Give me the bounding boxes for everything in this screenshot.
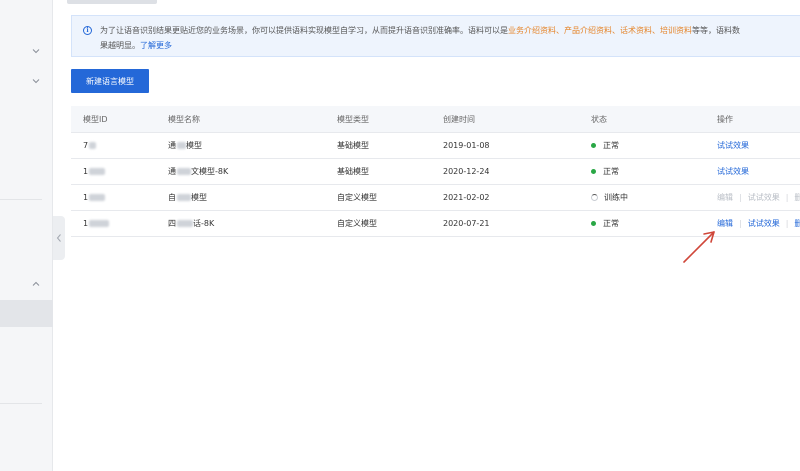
model-name: 四 话-8K bbox=[168, 211, 214, 236]
annotation-arrow-icon bbox=[683, 231, 715, 263]
status-text: 正常 bbox=[603, 219, 619, 228]
model-name-part: 文模型-8K bbox=[191, 167, 229, 176]
sidebar-collapse-handle[interactable] bbox=[53, 216, 65, 260]
redacted-text bbox=[89, 194, 106, 201]
table-header: 模型ID 模型名称 模型类型 创建时间 状态 操作 bbox=[71, 106, 800, 133]
model-name: 通 模型 bbox=[168, 133, 202, 158]
delete-link: 删 bbox=[794, 193, 800, 202]
model-name-part: 四 bbox=[168, 219, 176, 228]
chevron-down-icon[interactable] bbox=[30, 45, 42, 57]
model-name: 通 文模型-8K bbox=[168, 159, 228, 184]
status-ok-dot bbox=[591, 221, 596, 226]
created-time: 2020-12-24 bbox=[443, 167, 490, 176]
sidebar-divider bbox=[0, 403, 42, 404]
model-id-text: 7 bbox=[83, 141, 89, 150]
col-header-type: 模型类型 bbox=[337, 114, 369, 124]
page-title-cropped bbox=[67, 0, 157, 4]
model-name-part: 模型 bbox=[191, 193, 207, 202]
status: 正常 bbox=[591, 133, 619, 158]
status: 正常 bbox=[591, 211, 619, 236]
model-name-part: 通 bbox=[168, 141, 176, 150]
try-effect-link: 试试效果 bbox=[747, 193, 780, 202]
col-header-actions: 操作 bbox=[717, 114, 733, 124]
delete-link[interactable]: 删 bbox=[794, 218, 800, 229]
model-id: 7 bbox=[83, 133, 97, 158]
sidebar bbox=[0, 0, 53, 471]
chevron-down-icon[interactable] bbox=[30, 75, 42, 87]
row-actions: 编辑 | 试试效果 | 删 bbox=[717, 185, 800, 210]
notice-highlight: 产品介绍资料、 bbox=[564, 26, 620, 35]
chevron-up-icon[interactable] bbox=[30, 278, 42, 290]
created-time: 2019-01-08 bbox=[443, 141, 490, 150]
model-id-text: 1 bbox=[83, 219, 89, 228]
col-header-created: 创建时间 bbox=[443, 114, 475, 124]
sidebar-divider bbox=[0, 199, 42, 200]
notice-highlight: 培训资料 bbox=[660, 26, 692, 35]
col-header-id: 模型ID bbox=[83, 114, 108, 124]
learn-more-link[interactable]: 了解更多 bbox=[140, 41, 172, 50]
model-id: 1 bbox=[83, 159, 106, 184]
model-id: 1 bbox=[83, 185, 106, 210]
col-header-name: 模型名称 bbox=[168, 114, 200, 124]
row-actions: 编辑 | 试试效果 | 删 bbox=[717, 211, 800, 236]
redacted-text bbox=[89, 142, 97, 149]
notice-highlight: 业务介绍资料、 bbox=[508, 26, 564, 35]
info-icon: i bbox=[83, 26, 92, 35]
notice-line-1: 为了让语音识别结果更贴近您的业务场景，你可以提供语料实现模型自学习，从而提升语音… bbox=[100, 25, 740, 36]
created-time: 2021-02-02 bbox=[443, 193, 490, 202]
status-text: 正常 bbox=[603, 167, 619, 176]
redacted-text bbox=[89, 168, 106, 175]
model-type: 自定义模型 bbox=[337, 193, 377, 202]
notice-text: 为了让语音识别结果更贴近您的业务场景，你可以提供语料实现模型自学习，从而提升语音… bbox=[100, 26, 508, 35]
model-name-part: 话-8K bbox=[193, 219, 215, 228]
row-actions: 试试效果 bbox=[717, 133, 749, 158]
model-type: 自定义模型 bbox=[337, 219, 377, 228]
try-effect-link[interactable]: 试试效果 bbox=[717, 140, 749, 151]
status: 训练中 bbox=[591, 185, 628, 210]
action-separator: | bbox=[785, 193, 789, 202]
notice-line-2: 果越明显。了解更多 bbox=[100, 40, 172, 51]
action-separator: | bbox=[739, 193, 742, 202]
loading-spinner-icon bbox=[591, 194, 598, 201]
new-language-model-button[interactable]: 新建语言模型 bbox=[71, 69, 149, 93]
model-name-part: 自 bbox=[168, 193, 176, 202]
page-header bbox=[53, 0, 800, 10]
notice-text: 等等，语料数 bbox=[692, 26, 740, 35]
status-text: 训练中 bbox=[604, 193, 628, 202]
sidebar-item-active[interactable] bbox=[0, 300, 53, 327]
model-id: 1 bbox=[83, 211, 110, 236]
status: 正常 bbox=[591, 159, 619, 184]
redacted-text bbox=[89, 220, 110, 227]
status-text: 正常 bbox=[603, 141, 619, 150]
redacted-text bbox=[177, 168, 191, 175]
notice-text: 果越明显。 bbox=[100, 41, 140, 50]
chevron-left-icon bbox=[56, 234, 61, 242]
edit-link: 编辑 bbox=[717, 193, 733, 202]
col-header-status: 状态 bbox=[591, 114, 607, 124]
try-effect-link[interactable]: 试试效果 bbox=[717, 166, 749, 177]
model-id-text: 1 bbox=[83, 167, 89, 176]
redacted-text bbox=[177, 220, 193, 227]
try-effect-link[interactable]: 试试效果 bbox=[748, 218, 780, 229]
status-ok-dot bbox=[591, 169, 596, 174]
table-row: 1 自 模型 自定义模型 2021-02-02 训练中 编辑 | 试试效果 | 删 bbox=[71, 185, 800, 211]
info-notice: i 为了让语音识别结果更贴近您的业务场景，你可以提供语料实现模型自学习，从而提升… bbox=[71, 15, 800, 57]
redacted-text bbox=[177, 142, 186, 149]
action-separator: | bbox=[739, 219, 742, 228]
model-name-part: 模型 bbox=[186, 141, 202, 150]
model-id-text: 1 bbox=[83, 193, 89, 202]
row-actions: 试试效果 bbox=[717, 159, 749, 184]
notice-highlight: 话术资料、 bbox=[620, 26, 660, 35]
table-row: 7 通 模型 基础模型 2019-01-08 正常 试试效果 bbox=[71, 133, 800, 159]
redacted-text bbox=[177, 194, 191, 201]
model-type: 基础模型 bbox=[337, 141, 369, 150]
created-time: 2020-07-21 bbox=[443, 219, 490, 228]
status-ok-dot bbox=[591, 143, 596, 148]
action-separator: | bbox=[785, 219, 789, 228]
model-name-part: 通 bbox=[168, 167, 176, 176]
model-table: 模型ID 模型名称 模型类型 创建时间 状态 操作 7 通模型 基础模型 201… bbox=[71, 106, 800, 237]
model-name: 自 模型 bbox=[168, 185, 207, 210]
table-row: 1 通 文模型-8K 基础模型 2020-12-24 正常 试试效果 bbox=[71, 159, 800, 185]
model-type: 基础模型 bbox=[337, 167, 369, 176]
